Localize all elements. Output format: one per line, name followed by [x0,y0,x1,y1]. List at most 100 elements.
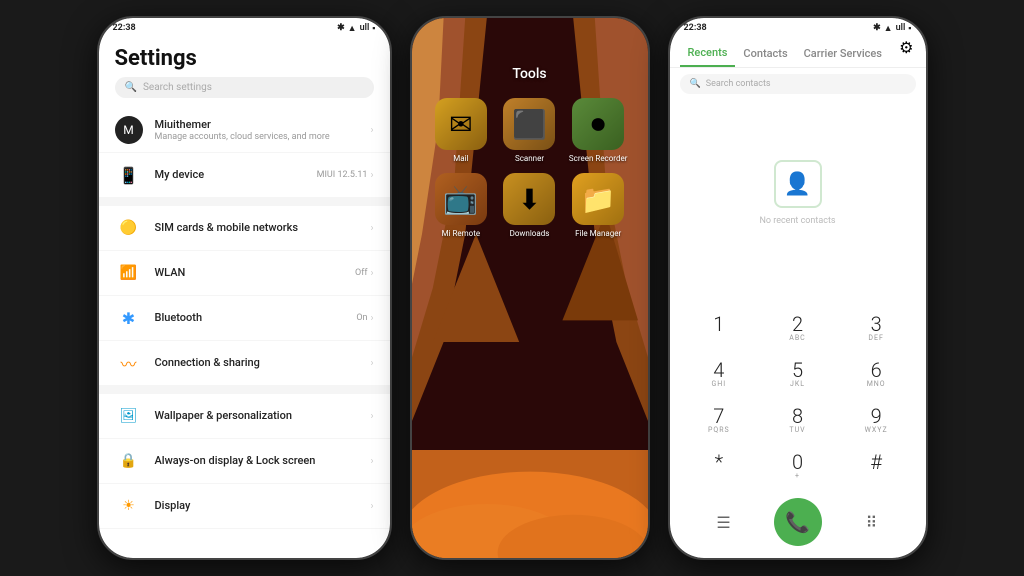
wlan-status: Off [355,268,367,278]
miuithemer-sub: Manage accounts, cloud services, and mor… [155,132,359,142]
mydevice-icon: 📱 [115,161,143,189]
filemanager-label: File Manager [575,229,621,238]
app-item-filemanager[interactable]: 📁 File Manager [569,173,628,238]
settings-item-wlan[interactable]: 📶 WLAN Off › [99,251,390,296]
settings-item-wallpaper[interactable]: 🖼 Wallpaper & personalization › [99,394,390,439]
signal-icon: ▲ [348,23,357,34]
wlan-text: WLAN [155,266,344,280]
folder-label: Tools [412,36,648,98]
miuithemer-text: Miuithemer Manage accounts, cloud servic… [155,118,359,142]
tab-recents[interactable]: Recents [680,42,736,67]
settings-item-connection[interactable]: 〰 Connection & sharing › [99,341,390,386]
mydevice-label: My device [155,168,305,182]
sim-text: SIM cards & mobile networks [155,221,359,235]
mail-icon: ✉ [435,98,487,150]
settings-screen: 22:38 ✱ ▲ ull ▪ Settings 🔍 Search settin… [99,18,390,558]
key-3[interactable]: 3 DEF [837,306,916,352]
bluetooth-text: Bluetooth [155,311,345,325]
battery-icon: ▪ [372,23,375,34]
search-icon: 🔍 [125,82,137,93]
mydevice-right: MIUI 12.5.11 › [317,170,374,181]
search-placeholder: Search settings [143,82,212,93]
chevron-icon: › [370,170,373,181]
scanner-icon: ⬛ [503,98,555,150]
signal-dialer-icon: ▲ [884,23,893,34]
chevron-icon: › [370,358,373,369]
key-0[interactable]: 0 + [758,444,837,490]
phone-settings: 22:38 ✱ ▲ ull ▪ Settings 🔍 Search settin… [97,16,392,560]
wallpaper-right: › [370,411,373,422]
keypad: 1 2 ABC 3 DEF 4 GHI 5 JKL [670,306,926,490]
recorder-label: Screen Recorder [569,154,627,163]
settings-item-mydevice[interactable]: 📱 My device MIUI 12.5.11 › [99,153,390,198]
key-7[interactable]: 7 PQRS [680,398,759,444]
home-wallpaper: 22:38 ✱ ▲ ull ▪ [412,18,648,558]
wallpaper-icon: 🖼 [115,402,143,430]
key-hash[interactable]: # [837,444,916,490]
status-time-settings: 22:38 [113,23,136,33]
battery-dialer-icon: ▪ [908,23,911,34]
chevron-icon: › [370,268,373,279]
call-button[interactable]: 📞 [774,498,822,546]
settings-title: Settings [99,36,390,77]
app-item-remote[interactable]: 📺 Mi Remote [432,173,491,238]
key-2[interactable]: 2 ABC [758,306,837,352]
app-item-scanner[interactable]: ⬛ Scanner [500,98,559,163]
no-contacts-text: No recent contacts [759,216,835,226]
miui-version: MIUI 12.5.11 [317,170,368,180]
bluetooth-icon: ✱ [115,304,143,332]
connection-right: › [370,358,373,369]
mydevice-text: My device [155,168,305,182]
no-contact-icon: 👤 [774,160,822,208]
wallpaper-label: Wallpaper & personalization [155,409,359,423]
connection-text: Connection & sharing [155,356,359,370]
settings-search-bar[interactable]: 🔍 Search settings [115,77,374,98]
downloads-label: Downloads [510,229,550,238]
key-8[interactable]: 8 TUV [758,398,837,444]
contacts-search[interactable]: 🔍 Search contacts [680,74,916,94]
app-item-mail[interactable]: ✉ Mail [432,98,491,163]
key-9[interactable]: 9 WXYZ [837,398,916,444]
settings-item-bluetooth[interactable]: ✱ Bluetooth On › [99,296,390,341]
status-icons-dialer: ✱ ▲ ull ▪ [873,23,911,34]
key-6[interactable]: 6 MNO [837,352,916,398]
alwayson-icon: 🔒 [115,447,143,475]
phone-home: 22:38 ✱ ▲ ull ▪ [410,16,650,560]
filemanager-icon: 📁 [572,173,624,225]
chevron-icon: › [370,411,373,422]
chevron-icon: › [370,313,373,324]
no-contacts-area: 👤 No recent contacts [670,100,926,306]
dialer-tabs: Recents Contacts Carrier Services [670,36,926,68]
chevron-icon: › [370,125,373,136]
divider-2 [99,386,390,394]
menu-button[interactable]: ☰ [706,504,742,540]
key-4[interactable]: 4 GHI [680,352,759,398]
sim-label: SIM cards & mobile networks [155,221,359,235]
display-text: Display [155,499,359,513]
miuithemer-right: › [370,125,373,136]
network-dialer-icon: ull [896,23,906,33]
phone-dialer: 22:38 ✱ ▲ ull ▪ ⚙ Recents Contacts Carri… [668,16,928,560]
home-screen: 22:38 ✱ ▲ ull ▪ [412,18,648,558]
wallpaper-text: Wallpaper & personalization [155,409,359,423]
app-item-downloads[interactable]: ⬇ Downloads [500,173,559,238]
search-contacts-icon: 🔍 [690,79,701,89]
tab-contacts[interactable]: Contacts [735,43,795,66]
display-label: Display [155,499,359,513]
gear-button[interactable]: ⚙ [899,38,913,57]
settings-item-alwayson[interactable]: 🔒 Always-on display & Lock screen › [99,439,390,484]
dialpad-button[interactable]: ⠿ [854,504,890,540]
connection-label: Connection & sharing [155,356,359,370]
miuithemer-icon: M [115,116,143,144]
app-item-recorder[interactable]: ⏺ Screen Recorder [569,98,628,163]
key-1[interactable]: 1 [680,306,759,352]
remote-icon: 📺 [435,173,487,225]
tab-carrier[interactable]: Carrier Services [796,43,890,66]
settings-item-miuithemer[interactable]: M Miuithemer Manage accounts, cloud serv… [99,108,390,153]
downloads-icon: ⬇ [503,173,555,225]
key-5[interactable]: 5 JKL [758,352,837,398]
dialer-screen: 22:38 ✱ ▲ ull ▪ ⚙ Recents Contacts Carri… [670,18,926,558]
settings-item-sim[interactable]: 🟡 SIM cards & mobile networks › [99,206,390,251]
settings-item-display[interactable]: ☀ Display › [99,484,390,529]
key-star[interactable]: * [680,444,759,490]
